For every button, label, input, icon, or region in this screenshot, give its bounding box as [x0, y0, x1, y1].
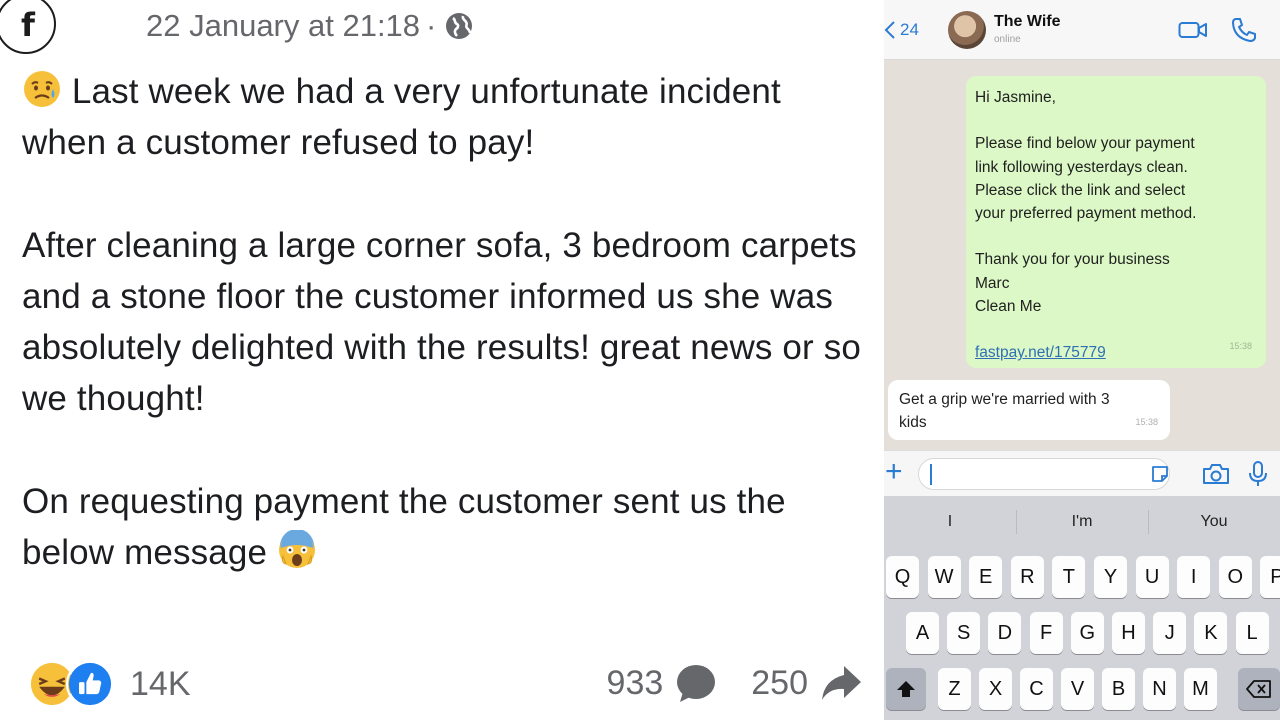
reactions-summary[interactable]: 14K: [28, 660, 191, 708]
share-count: 250: [751, 663, 808, 702]
key-g[interactable]: G: [1070, 612, 1104, 654]
comments-count-button[interactable]: 933: [607, 662, 718, 704]
message-line: Please find below your payment: [975, 135, 1195, 153]
key-d[interactable]: D: [988, 612, 1022, 654]
text-cursor: [930, 464, 932, 485]
contact-avatar[interactable]: [948, 11, 986, 49]
key-k[interactable]: K: [1194, 612, 1228, 654]
key-r[interactable]: R: [1010, 556, 1044, 598]
chat-area[interactable]: Hi Jasmine, Please find below your payme…: [884, 60, 1280, 450]
post-paragraph: On requesting payment the customer sent …: [22, 481, 786, 573]
sticker-icon[interactable]: [1150, 464, 1170, 484]
message-input-bar: +: [884, 450, 1280, 496]
key-p[interactable]: P: [1260, 556, 1280, 598]
contact-name[interactable]: The Wife: [994, 13, 1061, 31]
key-z[interactable]: Z: [938, 668, 971, 710]
chevron-left-icon: [884, 21, 895, 39]
sad-relieved-face-emoji-icon: [24, 71, 60, 107]
engagement-bar: 933 250: [607, 662, 862, 704]
post-timestamp[interactable]: 22 January at 21:18: [146, 8, 420, 44]
message-line: [975, 318, 1256, 341]
suggestion[interactable]: You: [1148, 496, 1280, 548]
comment-count: 933: [606, 663, 664, 702]
microphone-icon[interactable]: [1248, 460, 1268, 488]
video-call-icon[interactable]: [1178, 18, 1208, 42]
key-l[interactable]: L: [1235, 612, 1269, 654]
whatsapp-screenshot: 24 The Wife online Hi Jasmine, Please fi…: [884, 0, 1280, 720]
plus-icon[interactable]: +: [885, 457, 903, 487]
key-v[interactable]: V: [1061, 668, 1094, 710]
unread-count: 24: [900, 20, 919, 39]
key-j[interactable]: J: [1153, 612, 1187, 654]
key-b[interactable]: B: [1102, 668, 1135, 710]
incoming-message[interactable]: Get a grip we're married with 3 kids 15:…: [888, 380, 1170, 440]
comment-icon: [677, 665, 716, 702]
screaming-face-emoji-icon: [279, 530, 316, 569]
camera-icon[interactable]: [1202, 462, 1230, 486]
message-line: Please click the link and select: [975, 181, 1186, 199]
key-t[interactable]: T: [1052, 556, 1086, 598]
shift-icon: [897, 681, 915, 697]
key-y[interactable]: Y: [1094, 556, 1127, 598]
share-icon: [822, 666, 861, 700]
key-i[interactable]: I: [1177, 556, 1211, 598]
backspace-icon: [1246, 680, 1271, 698]
key-m[interactable]: M: [1184, 668, 1217, 710]
message-line: your preferred payment method.: [975, 204, 1197, 222]
message-time: 15:38: [1135, 416, 1158, 427]
predictive-bar: I I'm You: [884, 496, 1280, 548]
message-input[interactable]: [918, 458, 1170, 490]
message-line: Get a grip we're married with 3: [899, 391, 1110, 408]
shift-key[interactable]: [886, 668, 926, 710]
message-line: [975, 225, 1256, 248]
globe-icon: [446, 13, 473, 39]
keyboard: I I'm You QWERTYUIOPASDFGHJKLZXCVBNM: [884, 496, 1280, 720]
meta-separator: ·: [426, 8, 437, 43]
key-x[interactable]: X: [979, 668, 1012, 710]
backspace-key[interactable]: [1238, 668, 1280, 710]
message-line: kids: [899, 414, 927, 432]
key-e[interactable]: E: [969, 556, 1003, 598]
post-paragraph: After cleaning a large corner sofa, 3 be…: [22, 225, 861, 419]
key-a[interactable]: A: [906, 612, 939, 654]
payment-link[interactable]: fastpay.net/175779: [975, 344, 1106, 361]
key-w[interactable]: W: [927, 556, 961, 598]
key-f[interactable]: F: [1029, 612, 1063, 654]
like-reaction-icon: [66, 660, 114, 708]
reaction-count: 14K: [130, 664, 191, 703]
back-button[interactable]: 24: [884, 20, 919, 40]
post-text: Last week we had a very unfortunate inci…: [22, 66, 872, 578]
message-line: [975, 109, 1256, 132]
chat-header: 24 The Wife online: [884, 0, 1280, 60]
message-line: Marc: [975, 274, 1010, 292]
outgoing-message[interactable]: Hi Jasmine, Please find below your payme…: [966, 76, 1266, 368]
facebook-post: f 22 January at 21:18 · Last week we had…: [0, 0, 884, 720]
message-line: Thank you for your business: [975, 251, 1170, 269]
message-line: Clean Me: [975, 297, 1042, 315]
key-s[interactable]: S: [947, 612, 981, 654]
contact-status: online: [994, 34, 1021, 45]
post-meta: 22 January at 21:18 ·: [146, 8, 474, 44]
shares-count-button[interactable]: 250: [751, 662, 862, 704]
key-n[interactable]: N: [1143, 668, 1176, 710]
suggestion[interactable]: I: [884, 496, 1016, 548]
message-line: link following yesterdays clean.: [975, 158, 1188, 176]
key-c[interactable]: C: [1020, 668, 1053, 710]
key-q[interactable]: Q: [886, 556, 919, 598]
key-h[interactable]: H: [1112, 612, 1145, 654]
key-o[interactable]: O: [1218, 556, 1252, 598]
phone-icon[interactable]: [1230, 16, 1258, 44]
facebook-logo-icon: f: [0, 0, 56, 54]
post-paragraph: Last week we had a very unfortunate inci…: [22, 66, 872, 169]
message-time: 15:38: [1229, 340, 1252, 351]
suggestion[interactable]: I'm: [1016, 496, 1148, 548]
message-line: Hi Jasmine,: [975, 89, 1056, 106]
key-u[interactable]: U: [1135, 556, 1169, 598]
